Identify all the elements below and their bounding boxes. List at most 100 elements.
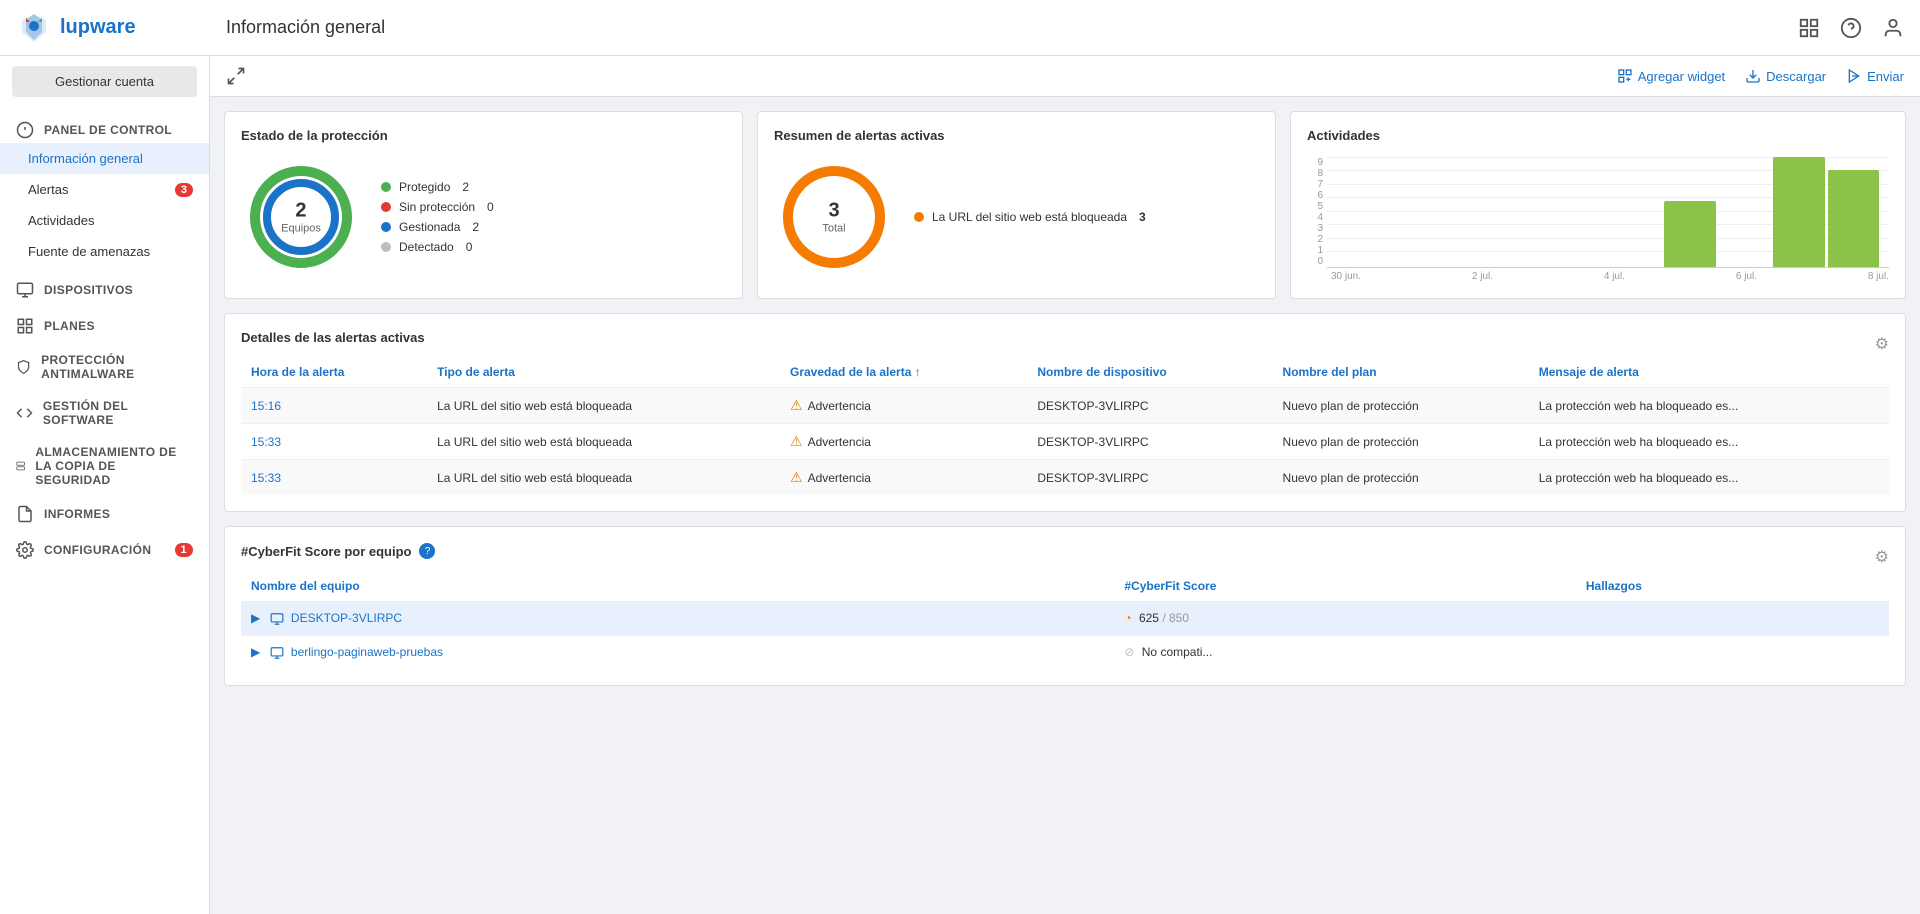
sidebar-section-configuracion-header[interactable]: CONFIGURACIÓN 1	[16, 541, 193, 559]
cyberfit-title: #CyberFit Score por equipo	[241, 544, 411, 559]
detectado-label: Detectado	[399, 240, 454, 254]
add-widget-button[interactable]: Agregar widget	[1617, 68, 1725, 84]
expand-icon[interactable]	[226, 66, 246, 86]
alert-device-2: DESKTOP-3VLIRPC	[1027, 424, 1272, 460]
sidebar-section-planes: PLANES	[0, 303, 209, 339]
alerts-center-number: 3	[822, 200, 845, 223]
protection-donut: 2 Equipos	[241, 157, 361, 277]
gestionada-label: Gestionada	[399, 220, 460, 234]
alerts-donut-label: 3 Total	[822, 200, 845, 235]
alerts-summary-card: Resumen de alertas activas 3 Total	[757, 111, 1276, 299]
alert-type-3[interactable]: La URL del sitio web está bloqueada	[427, 460, 780, 496]
grid-icon[interactable]	[1798, 17, 1820, 39]
alert-time-2: 15:33	[241, 424, 427, 460]
alerts-body: 3 Total La URL del sitio web está bloque…	[774, 157, 1259, 277]
col-mensaje-alerta: Mensaje de alerta	[1529, 357, 1889, 388]
col-nombre-dispositivo: Nombre de dispositivo	[1027, 357, 1272, 388]
alertas-badge: 3	[175, 183, 193, 197]
proteccion-icon	[16, 358, 31, 376]
almacenamiento-icon	[16, 457, 25, 475]
send-button[interactable]: Enviar	[1846, 68, 1904, 84]
alert-plan-2: Nuevo plan de protección	[1273, 424, 1529, 460]
cyberfit-device-2: ▶ berlingo-paginaweb-pruebas	[241, 635, 1114, 668]
sidebar-item-actividades[interactable]: Actividades	[0, 205, 209, 236]
cyberfit-settings-button[interactable]: ⚙	[1875, 547, 1889, 567]
alert-severity-1: ⚠ Advertencia	[780, 388, 1027, 424]
cyberfit-device-2-name[interactable]: berlingo-paginaweb-pruebas	[291, 645, 443, 659]
dispositivos-section-label: DISPOSITIVOS	[44, 283, 133, 297]
warning-icon-1: ⚠	[790, 397, 803, 414]
alert-url-dot	[914, 212, 924, 222]
sidebar-section-gestion-software: GESTIÓN DEL SOFTWARE	[0, 385, 209, 431]
sidebar-section-proteccion: PROTECCIÓN ANTIMALWARE	[0, 339, 209, 385]
chart-bars	[1327, 157, 1889, 267]
bar-7	[1664, 201, 1716, 267]
sidebar-item-info-general[interactable]: Información general	[0, 143, 209, 174]
alert-device-3: DESKTOP-3VLIRPC	[1027, 460, 1272, 496]
help-icon[interactable]	[1840, 17, 1862, 39]
warning-icon-2: ⚠	[790, 433, 803, 450]
configuracion-section-label: CONFIGURACIÓN	[44, 543, 151, 557]
user-icon[interactable]	[1882, 17, 1904, 39]
x-label-3: 4 jul.	[1604, 271, 1625, 282]
activities-card-title: Actividades	[1307, 128, 1889, 143]
sin-proteccion-dot	[381, 202, 391, 212]
protegido-dot	[381, 182, 391, 192]
cyberfit-table: Nombre del equipo #CyberFit Score Hallaz…	[241, 571, 1889, 669]
chart-x-axis: 30 jun. 2 jul. 4 jul. 6 jul. 8 jul.	[1307, 267, 1889, 282]
cyberfit-header: #CyberFit Score por equipo ?	[241, 543, 435, 559]
sidebar-section-almacenamiento-header[interactable]: ALMACENAMIENTO DE LA COPIA DE SEGURIDAD	[16, 445, 193, 487]
alerts-table-section: Detalles de las alertas activas ⚙ Hora d…	[224, 313, 1906, 512]
add-widget-label: Agregar widget	[1638, 69, 1725, 84]
sidebar-section-panel-header[interactable]: PANEL DE CONTROL	[16, 121, 193, 139]
header-icons	[1798, 17, 1904, 39]
sidebar-section-gestion-software-header[interactable]: GESTIÓN DEL SOFTWARE	[16, 399, 193, 427]
protection-card: Estado de la protección	[224, 111, 743, 299]
cards-row: Estado de la protección	[224, 111, 1906, 299]
protection-legend: Protegido 2 Sin protección 0 Gestionada	[381, 180, 494, 254]
cyberfit-row-1: ▶ DESKTOP-3VLIRPC ◔ 625 / 850	[241, 602, 1889, 636]
main-content: Estado de la protección	[210, 97, 1920, 700]
alert-time-1: 15:16	[241, 388, 427, 424]
cyberfit-device-1-name[interactable]: DESKTOP-3VLIRPC	[291, 611, 402, 625]
layout: Gestionar cuenta PANEL DE CONTROL Inform…	[0, 56, 1920, 914]
expand-row-1-icon[interactable]: ▶	[251, 611, 260, 625]
chart-bars-area	[1327, 157, 1889, 267]
alerts-legend: La URL del sitio web está bloqueada 3	[914, 210, 1146, 224]
detectado-value: 0	[466, 240, 473, 254]
alert-type-2[interactable]: La URL del sitio web está bloqueada	[427, 424, 780, 460]
bar-9	[1773, 157, 1825, 267]
gestion-software-icon	[16, 404, 33, 422]
logo: lupware	[16, 10, 226, 46]
sidebar-section-almacenamiento: ALMACENAMIENTO DE LA COPIA DE SEGURIDAD	[0, 431, 209, 491]
sidebar-section-dispositivos-header[interactable]: DISPOSITIVOS	[16, 281, 193, 299]
planes-section-label: PLANES	[44, 319, 95, 333]
sidebar-section-planes-header[interactable]: PLANES	[16, 317, 193, 335]
configuracion-badge: 1	[175, 543, 193, 557]
cyberfit-findings-1	[1576, 602, 1889, 636]
manage-account-button[interactable]: Gestionar cuenta	[12, 66, 197, 97]
sidebar-item-fuente-amenazas[interactable]: Fuente de amenazas	[0, 236, 209, 267]
alert-type-1[interactable]: La URL del sitio web está bloqueada	[427, 388, 780, 424]
cyberfit-help-icon[interactable]: ?	[419, 543, 435, 559]
sidebar-section-proteccion-header[interactable]: PROTECCIÓN ANTIMALWARE	[16, 353, 193, 381]
sidebar-item-info-general-label: Información general	[28, 151, 193, 166]
chart-y-axis: 9 8 7 6 5 4 3 2 1 0	[1307, 157, 1327, 267]
expand-row-2-icon[interactable]: ▶	[251, 645, 260, 659]
sidebar-section-informes-header[interactable]: INFORMES	[16, 505, 193, 523]
download-button[interactable]: Descargar	[1745, 68, 1826, 84]
x-label-2: 2 jul.	[1472, 271, 1493, 282]
sidebar-item-alertas[interactable]: Alertas 3	[0, 174, 209, 205]
alerts-settings-button[interactable]: ⚙	[1875, 334, 1889, 354]
cyberfit-findings-2: No compati...	[1142, 645, 1213, 659]
detectado-dot	[381, 242, 391, 252]
informes-icon	[16, 505, 34, 523]
cyberfit-table-head: Nombre del equipo #CyberFit Score Hallaz…	[241, 571, 1889, 602]
activities-chart: 9 8 7 6 5 4 3 2 1 0	[1307, 157, 1889, 282]
configuracion-icon	[16, 541, 34, 559]
score-separator-1: /	[1162, 611, 1169, 625]
dispositivos-icon	[16, 281, 34, 299]
alert-device-1: DESKTOP-3VLIRPC	[1027, 388, 1272, 424]
page-title: Información general	[226, 17, 1798, 38]
cyberfit-table-body: ▶ DESKTOP-3VLIRPC ◔ 625 / 850	[241, 602, 1889, 669]
